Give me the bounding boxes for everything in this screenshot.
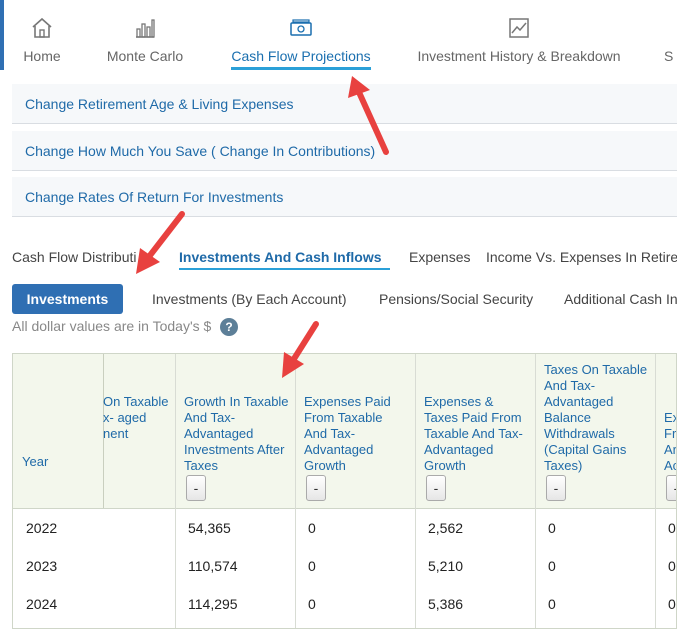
cell-capital-gains: 0	[548, 558, 556, 574]
accordion-rates-label: Change Rates Of Return For Investments	[25, 189, 284, 205]
line-chart-icon	[509, 18, 529, 38]
collapse-column-button[interactable]: -	[306, 475, 326, 501]
cash-icon	[290, 19, 312, 36]
tab-investments-cash-inflows[interactable]: Investments And Cash Inflows	[179, 249, 382, 265]
annotation-arrow-2	[136, 211, 185, 274]
cell-truncated: 0	[668, 520, 676, 536]
nav-monte-carlo-label: Monte Carlo	[106, 48, 184, 64]
column-divider	[535, 354, 536, 628]
nav-cash-flow-projections[interactable]: Cash Flow Projections	[228, 0, 374, 72]
nav-cash-flow-label: Cash Flow Projections	[231, 48, 371, 64]
pill-investments-by-account[interactable]: Investments (By Each Account)	[152, 291, 347, 307]
collapse-column-button[interactable]: -	[186, 475, 206, 501]
cell-growth: 54,365	[188, 520, 231, 536]
tab-expenses[interactable]: Expenses	[409, 249, 470, 265]
cell-expenses-paid: 0	[308, 558, 316, 574]
accordion-rates-of-return[interactable]: Change Rates Of Return For Investments	[12, 177, 677, 217]
nav-item-truncated[interactable]: S	[664, 0, 677, 72]
accordion-retirement-age-label: Change Retirement Age & Living Expenses	[25, 96, 294, 112]
cell-expenses-taxes: 2,562	[428, 520, 464, 536]
cell-year: 2023	[26, 558, 58, 574]
column-divider	[175, 354, 176, 628]
annotation-arrow-3	[282, 321, 319, 378]
cell-capital-gains: 0	[548, 520, 556, 536]
header-year[interactable]: Year	[22, 454, 48, 470]
tab-active-underline	[179, 268, 390, 270]
column-divider	[655, 354, 656, 628]
header-expenses-taxes-paid[interactable]: Expenses & Taxes Paid From Taxable And T…	[424, 394, 528, 474]
accordion-savings-label: Change How Much You Save ( Change In Con…	[25, 143, 376, 159]
cell-expenses-paid: 0	[308, 520, 316, 536]
left-accent-bar	[0, 0, 4, 70]
home-icon	[32, 17, 52, 38]
annotation-arrow-1	[348, 76, 389, 155]
collapse-column-button[interactable]: -	[426, 475, 446, 501]
help-icon[interactable]: ?	[220, 318, 238, 336]
cell-expenses-paid: 0	[308, 596, 316, 612]
nav-investment-history-label: Investment History & Breakdown	[417, 48, 621, 64]
nav-home[interactable]: Home	[20, 0, 64, 72]
collapse-column-button[interactable]: -	[666, 475, 676, 501]
header-capital-gains-taxes[interactable]: Taxes On Taxable And Tax-Advantaged Bala…	[544, 362, 652, 474]
cell-truncated: 0	[668, 596, 676, 612]
tab-income-vs-expenses[interactable]: Income Vs. Expenses In Retire	[486, 249, 677, 265]
column-divider	[415, 354, 416, 628]
cash-inflows-table: Year On Taxable x- aged nent Growth In T…	[12, 353, 677, 629]
nav-investment-history[interactable]: Investment History & Breakdown	[414, 0, 624, 72]
tab-cash-flow-distribution[interactable]: Cash Flow Distributi	[12, 249, 136, 265]
cell-year: 2024	[26, 596, 58, 612]
nav-monte-carlo[interactable]: Monte Carlo	[104, 0, 186, 72]
dollar-values-note: All dollar values are in Today's $	[12, 318, 212, 334]
nav-home-label: Home	[23, 48, 61, 64]
header-growth-after-taxes[interactable]: Growth In Taxable And Tax-Advantaged Inv…	[184, 394, 292, 474]
pill-pensions-social-security[interactable]: Pensions/Social Security	[379, 291, 533, 307]
cell-truncated: 0	[668, 558, 676, 574]
column-divider	[295, 354, 296, 628]
header-col-truncated[interactable]: On Taxable x- aged nent	[103, 394, 173, 442]
header-col-truncated-right[interactable]: Ex Fr Ar Ac	[664, 410, 676, 474]
pill-investments[interactable]: Investments	[12, 284, 123, 314]
pill-additional-cash-inflows[interactable]: Additional Cash In	[564, 291, 677, 307]
nav-truncated-label: S	[664, 48, 674, 64]
bar-chart-icon	[136, 19, 155, 38]
collapse-column-button[interactable]: -	[546, 475, 566, 501]
header-expenses-paid-from-growth[interactable]: Expenses Paid From Taxable And Tax-Advan…	[304, 394, 404, 474]
cell-growth: 114,295	[188, 596, 238, 612]
cell-capital-gains: 0	[548, 596, 556, 612]
cell-year: 2022	[26, 520, 58, 536]
cell-growth: 110,574	[188, 558, 238, 574]
cell-expenses-taxes: 5,210	[428, 558, 464, 574]
cell-expenses-taxes: 5,386	[428, 596, 464, 612]
